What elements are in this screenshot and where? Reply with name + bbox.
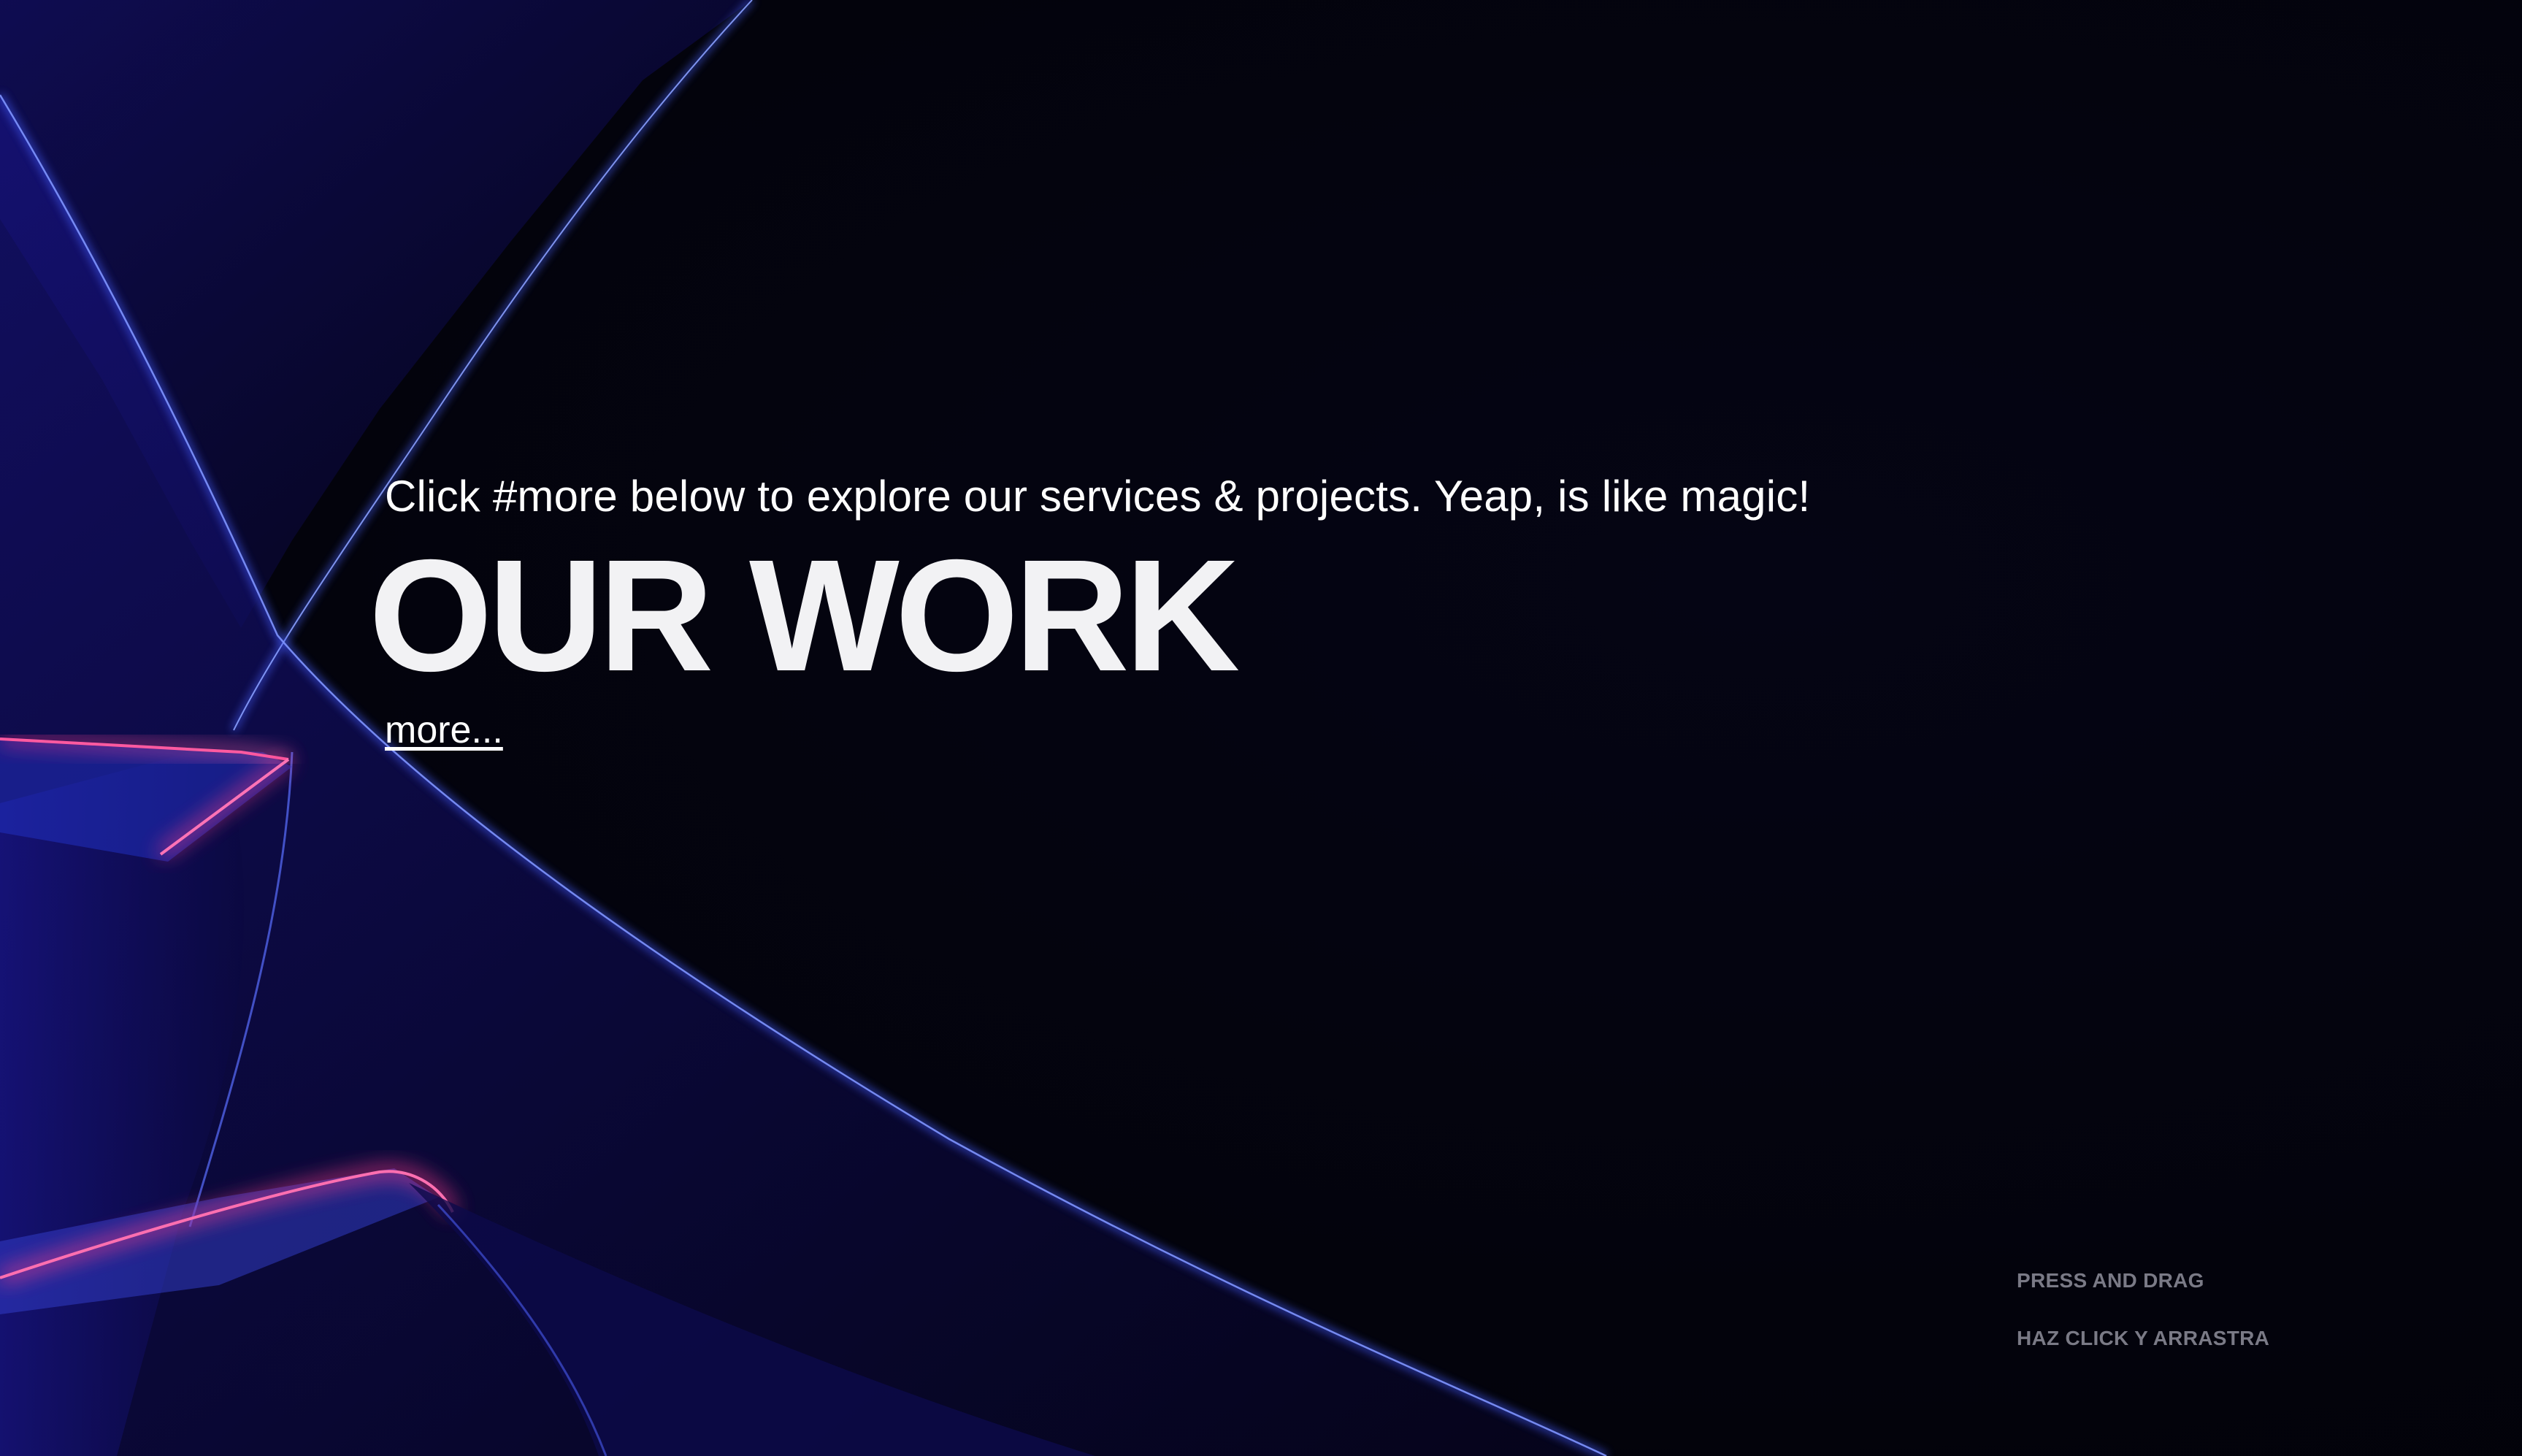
page-title: OUR WORK <box>369 527 1240 705</box>
more-link[interactable]: more... <box>385 708 503 752</box>
webgl-stage[interactable]: Click #more below to explore our service… <box>0 0 2522 1456</box>
press-and-drag-hint-spanish: HAZ CLICK Y ARRASTRA <box>2017 1327 2270 1349</box>
press-and-drag-hint: PRESS AND DRAG <box>2017 1269 2204 1292</box>
ribbon-background-art <box>0 0 1608 1456</box>
intro-text: Click #more below to explore our service… <box>385 472 1811 521</box>
